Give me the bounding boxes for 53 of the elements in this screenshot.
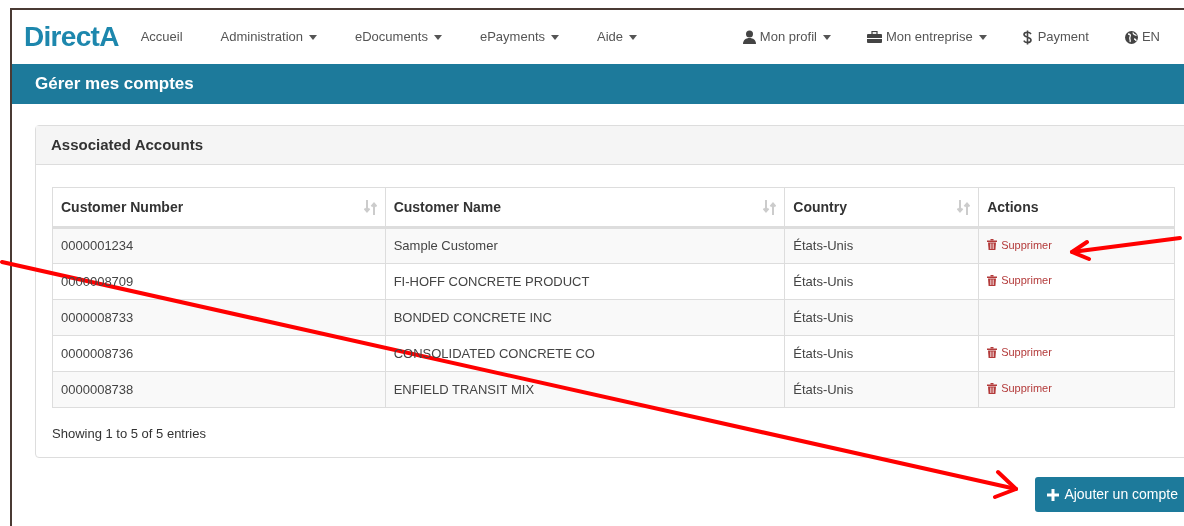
table-cell: ENFIELD TRANSIT MIX (393, 381, 535, 397)
column-header[interactable]: Country (784, 187, 979, 228)
page-title: Gérer mes comptes (35, 73, 194, 96)
table-cell: Sample Customer (393, 238, 498, 254)
table-cell: 0000008738 (61, 381, 134, 397)
table-info: Showing 1 to 5 of 5 entries (52, 425, 207, 443)
table-cell: 0000001234 (61, 238, 134, 254)
nav-link[interactable]: Accueil (140, 27, 183, 47)
delete-link[interactable]: Supprimer (987, 272, 1052, 289)
table-cell: 0000008733 (61, 309, 134, 325)
nav-link[interactable]: Payment (1022, 27, 1089, 47)
delete-link[interactable]: Supprimer (987, 236, 1052, 253)
trash-icon (987, 382, 998, 394)
table-cell: États-Unis (793, 238, 854, 254)
nav-link[interactable]: EN (1124, 27, 1160, 47)
table-cell: 0000008736 (61, 345, 134, 361)
user-icon (742, 30, 756, 44)
nav-link[interactable]: Mon profil (742, 27, 831, 47)
delete-link[interactable]: Supprimer (987, 344, 1052, 361)
trash-icon (987, 274, 998, 286)
column-header: Actions (978, 187, 1175, 228)
table-cell: FI-HOFF CONCRETE PRODUCT (393, 273, 590, 289)
delete-link[interactable]: Supprimer (987, 380, 1052, 397)
logo[interactable]: DirectA (24, 16, 119, 58)
sort-icon[interactable] (957, 199, 971, 215)
nav-link[interactable]: Mon entreprise (866, 27, 987, 47)
briefcase-icon (866, 31, 882, 43)
globe-icon (1124, 30, 1138, 44)
table-cell: États-Unis (793, 381, 854, 397)
table-cell: États-Unis (793, 345, 854, 361)
sort-icon[interactable] (363, 199, 377, 215)
caret-icon (309, 34, 317, 40)
dollar-icon (1022, 29, 1032, 45)
nav-link[interactable]: Aide (597, 27, 638, 47)
column-header[interactable]: Customer Number (52, 187, 386, 228)
caret-icon (433, 34, 442, 40)
table-cell: BONDED CONCRETE INC (393, 309, 552, 325)
caret-icon (822, 34, 831, 40)
panel-title: Associated Accounts (51, 134, 203, 155)
nav-link[interactable]: Administration (220, 27, 317, 47)
trash-icon (987, 239, 998, 251)
sort-icon[interactable] (763, 199, 777, 215)
nav-link[interactable]: ePayments (479, 27, 559, 47)
add-account-button[interactable]: Ajouter un compte (1035, 477, 1184, 512)
caret-icon (629, 34, 638, 40)
caret-icon (978, 34, 987, 40)
column-header[interactable]: Customer Name (385, 187, 785, 228)
table-cell: États-Unis (793, 309, 854, 325)
nav-link[interactable]: eDocuments (355, 27, 442, 47)
caret-icon (551, 34, 559, 40)
trash-icon (987, 346, 998, 358)
plus-icon (1047, 488, 1060, 501)
table-cell: États-Unis (793, 273, 854, 289)
